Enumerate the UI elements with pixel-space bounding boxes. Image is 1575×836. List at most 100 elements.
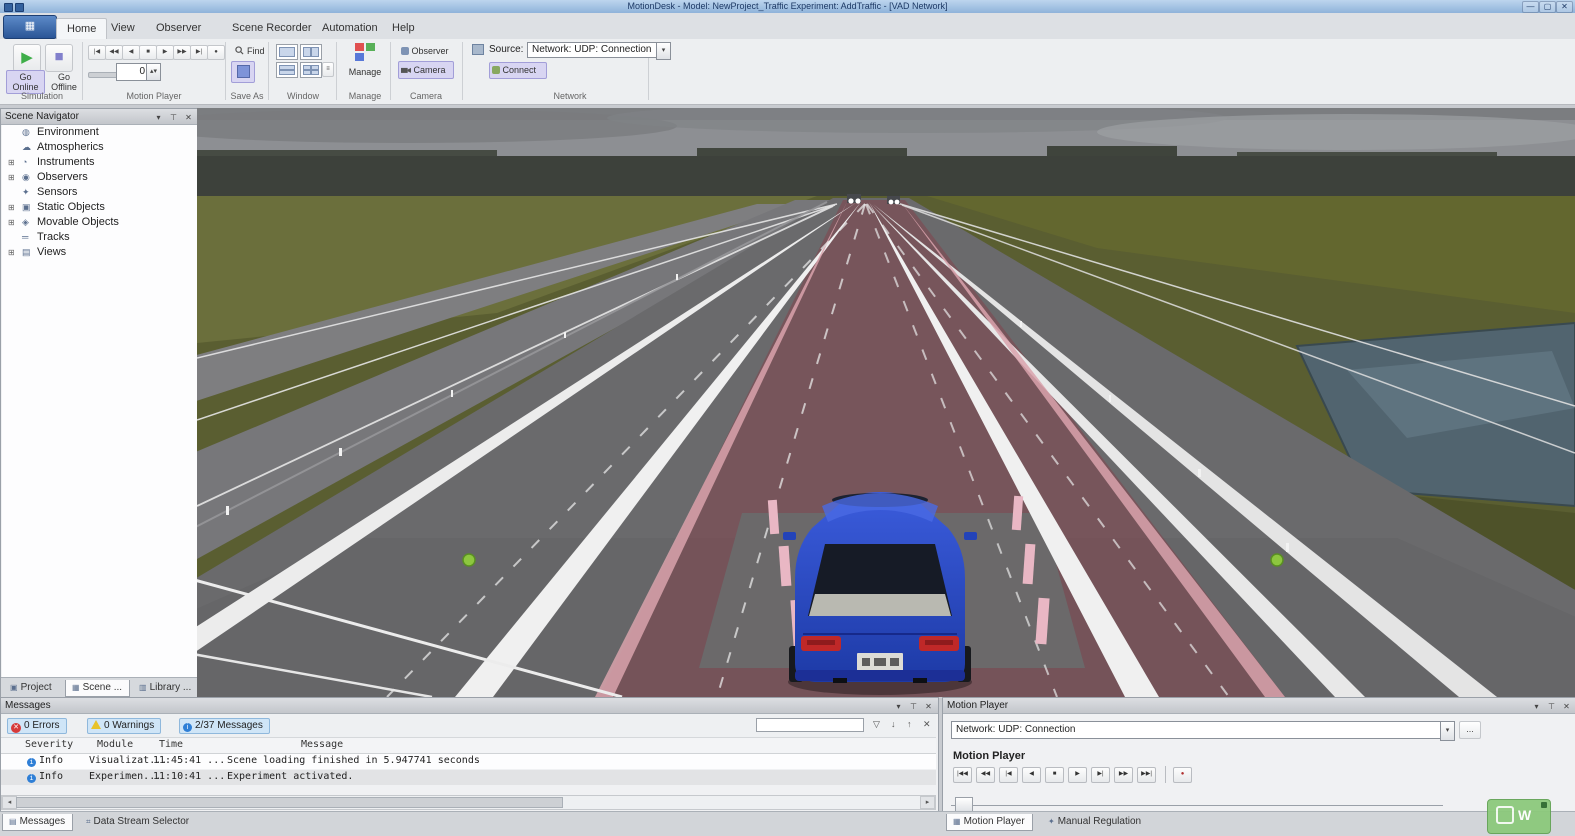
source-combo-arrow[interactable]: ▾ bbox=[656, 42, 671, 60]
viewport-3d[interactable] bbox=[197, 108, 1575, 697]
layout-split-vertical-button[interactable] bbox=[300, 44, 322, 60]
ribbon-player-record-icon[interactable]: ● bbox=[207, 45, 225, 60]
tab-help[interactable]: Help bbox=[382, 18, 425, 39]
scrollbar-thumb[interactable] bbox=[16, 797, 563, 808]
message-row[interactable]: iInfo Visualizat... 11:45:41 ... Scene l… bbox=[1, 754, 936, 769]
browse-button[interactable]: ... bbox=[1459, 721, 1481, 739]
expander-icon[interactable]: ⊞ bbox=[8, 170, 18, 185]
clear-icon[interactable]: ✕ bbox=[923, 719, 931, 730]
application-menu-button[interactable]: ▦ bbox=[3, 15, 57, 39]
ribbon-player-time-spinner[interactable]: ▴▾ bbox=[146, 63, 161, 81]
first-frame-button[interactable]: |◀◀ bbox=[953, 767, 972, 783]
fast-forward-button[interactable]: ▶▶ bbox=[1114, 767, 1133, 783]
layout-quad-button[interactable] bbox=[300, 62, 322, 78]
close-button[interactable]: ✕ bbox=[1556, 1, 1573, 13]
ribbon-player-first-icon[interactable]: |◀ bbox=[88, 45, 106, 60]
ribbon-player-stop-icon[interactable]: ■ bbox=[139, 45, 157, 60]
step-forward-button[interactable]: ▶| bbox=[1091, 767, 1110, 783]
position-slider-track[interactable] bbox=[951, 805, 1443, 806]
minimize-button[interactable]: — bbox=[1522, 1, 1539, 13]
stop-simulation-button[interactable]: ■ bbox=[45, 44, 73, 72]
scroll-left-icon[interactable]: ◂ bbox=[2, 796, 17, 809]
snapshot-button[interactable] bbox=[231, 61, 255, 83]
ribbon-player-stepback-icon[interactable]: ◀ bbox=[122, 45, 140, 60]
tab-scene[interactable]: ▦Scene ... bbox=[65, 680, 130, 697]
column-time[interactable]: Time bbox=[159, 739, 183, 750]
expander-icon[interactable]: ⊞ bbox=[8, 155, 18, 170]
layout-split-horizontal-button[interactable] bbox=[276, 62, 298, 78]
column-module[interactable]: Module bbox=[97, 739, 133, 750]
tree-item-movable-objects[interactable]: ⊞ ◈ Movable Objects bbox=[2, 215, 197, 230]
filter-icon[interactable]: ▽ bbox=[873, 719, 880, 730]
record-button[interactable]: ● bbox=[1173, 767, 1192, 783]
column-message[interactable]: Message bbox=[301, 739, 343, 750]
start-simulation-button[interactable]: ▶ bbox=[13, 44, 41, 72]
tree-item-instruments[interactable]: ⊞ ◔ Instruments bbox=[2, 155, 197, 170]
tab-home[interactable]: Home bbox=[56, 18, 107, 40]
expander-icon[interactable]: ⊞ bbox=[8, 200, 18, 215]
green-marker bbox=[1271, 554, 1283, 566]
errors-filter-button[interactable]: ✕0 Errors bbox=[7, 718, 67, 734]
close-icon[interactable]: ✕ bbox=[181, 111, 196, 124]
tab-automation[interactable]: Automation bbox=[312, 18, 388, 39]
expander-icon[interactable]: ⊞ bbox=[8, 245, 18, 260]
tree-item-environment[interactable]: ◍ Environment bbox=[2, 125, 197, 140]
tree-item-sensors[interactable]: ✦ Sensors bbox=[2, 185, 197, 200]
layout-single-button[interactable] bbox=[276, 44, 298, 60]
play-reverse-button[interactable]: ◀ bbox=[1022, 767, 1041, 783]
warnings-filter-button[interactable]: 0 Warnings bbox=[87, 718, 161, 734]
play-button[interactable]: ▶ bbox=[1068, 767, 1087, 783]
pin-icon[interactable]: ⊤ bbox=[166, 111, 181, 124]
panel-menu-icon[interactable]: ▾ bbox=[151, 111, 166, 124]
expander-icon[interactable]: ⊞ bbox=[8, 215, 18, 230]
manage-button[interactable]: Manage bbox=[346, 42, 384, 88]
column-severity[interactable]: Severity bbox=[25, 739, 73, 750]
stop-button[interactable]: ■ bbox=[1045, 767, 1064, 783]
message-row-selected[interactable]: iInfo Experimen... 11:10:41 ... Experime… bbox=[1, 770, 936, 785]
panel-menu-icon[interactable]: ▾ bbox=[1529, 700, 1544, 713]
step-back-button[interactable]: |◀ bbox=[999, 767, 1018, 783]
tree-item-tracks[interactable]: ═ Tracks bbox=[2, 230, 197, 245]
position-slider-thumb[interactable] bbox=[955, 797, 973, 812]
rewind-button[interactable]: ◀◀ bbox=[976, 767, 995, 783]
connection-combo[interactable]: Network: UDP: Connection bbox=[951, 721, 1447, 739]
close-icon[interactable]: ✕ bbox=[1559, 700, 1574, 713]
maximize-button[interactable]: ▢ bbox=[1539, 1, 1556, 13]
ribbon-player-rewind-icon[interactable]: ◀◀ bbox=[105, 45, 123, 60]
camera-button[interactable]: Camera bbox=[398, 61, 454, 79]
tree-item-atmospherics[interactable]: ☁ Atmospherics bbox=[2, 140, 197, 155]
message-search-input[interactable] bbox=[756, 718, 864, 732]
tab-manual-regulation[interactable]: ✦Manual Regulation bbox=[1042, 814, 1148, 830]
tab-messages[interactable]: ▤Messages bbox=[2, 814, 73, 831]
tab-motion-player[interactable]: ▦Motion Player bbox=[946, 814, 1033, 831]
scroll-right-icon[interactable]: ▸ bbox=[920, 796, 935, 809]
connection-combo-arrow[interactable]: ▾ bbox=[1440, 721, 1455, 741]
tab-project[interactable]: ▣Project bbox=[4, 680, 59, 696]
source-combo[interactable]: Network: UDP: Connection bbox=[527, 42, 665, 58]
find-button[interactable]: Find bbox=[231, 43, 269, 59]
arrow-down-icon[interactable]: ↓ bbox=[891, 719, 896, 729]
ribbon-player-last-icon[interactable]: ▶| bbox=[190, 45, 208, 60]
pin-icon[interactable]: ⊤ bbox=[906, 700, 921, 713]
messages-hscrollbar[interactable]: ◂ ▸ bbox=[1, 795, 936, 810]
tree-item-views[interactable]: ⊞ ▤ Views bbox=[2, 245, 197, 260]
tab-data-stream-selector[interactable]: ⌗Data Stream Selector bbox=[80, 814, 196, 830]
tab-observer[interactable]: Observer bbox=[146, 18, 211, 39]
tab-scene-recorder[interactable]: Scene Recorder bbox=[222, 18, 322, 39]
last-frame-button[interactable]: ▶▶| bbox=[1137, 767, 1156, 783]
window-list-button[interactable]: ≡ bbox=[322, 62, 334, 77]
tree-item-static-objects[interactable]: ⊞ ▣ Static Objects bbox=[2, 200, 197, 215]
connect-button[interactable]: Connect bbox=[489, 62, 547, 79]
messages-filter-button[interactable]: i2/37 Messages bbox=[179, 718, 270, 734]
observer-button[interactable]: Observer bbox=[398, 43, 460, 59]
panel-menu-icon[interactable]: ▾ bbox=[891, 700, 906, 713]
arrow-up-icon[interactable]: ↑ bbox=[907, 719, 912, 729]
tab-view[interactable]: View bbox=[101, 18, 145, 39]
close-icon[interactable]: ✕ bbox=[921, 700, 936, 713]
tree-item-observers[interactable]: ⊞ ◉ Observers bbox=[2, 170, 197, 185]
ribbon-player-forward-icon[interactable]: ▶▶ bbox=[173, 45, 191, 60]
ribbon-player-time-field[interactable]: 0 bbox=[116, 63, 150, 81]
tab-library[interactable]: ▥Library ... bbox=[133, 680, 198, 696]
ribbon-player-play-icon[interactable]: ▶ bbox=[156, 45, 174, 60]
pin-icon[interactable]: ⊤ bbox=[1544, 700, 1559, 713]
